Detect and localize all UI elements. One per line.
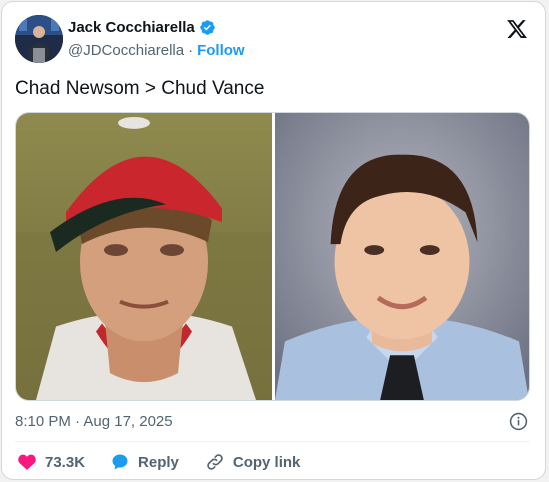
like-button[interactable]: 73.3K [17, 452, 85, 472]
author-avatar[interactable] [15, 15, 63, 63]
link-icon [207, 454, 223, 470]
info-icon[interactable] [509, 412, 528, 431]
tweet-timestamp[interactable]: 8:10 PM · Aug 17, 2025 [15, 413, 173, 430]
tweet-actions: 73.3K Reply Copy link [17, 452, 300, 472]
x-logo-icon[interactable] [505, 18, 529, 40]
copy-link-button[interactable]: Copy link [205, 452, 301, 472]
speech-bubble-icon [112, 454, 128, 470]
author-name-row: Jack Cocchiarella [68, 19, 216, 36]
author-handle[interactable]: @JDCocchiarella [68, 42, 184, 59]
tweet-card: Jack Cocchiarella @JDCocchiarella · Foll… [1, 1, 546, 480]
author-name[interactable]: Jack Cocchiarella [68, 19, 195, 36]
tweet-text: Chad Newsom > Chud Vance [15, 78, 265, 99]
like-count: 73.3K [45, 453, 86, 471]
tweet-media[interactable] [15, 112, 530, 401]
reply-label: Reply [138, 453, 179, 471]
follow-button[interactable]: Follow [197, 42, 245, 59]
reply-button[interactable]: Reply [110, 452, 179, 472]
photo-baseball-cap[interactable] [16, 113, 272, 400]
photo-shirt-and-tie[interactable] [275, 113, 529, 400]
verified-badge-icon [199, 20, 215, 35]
heart-icon [18, 454, 36, 470]
handle-separator: · [188, 42, 194, 59]
copy-link-label: Copy link [232, 453, 301, 471]
actions-divider [15, 441, 530, 442]
author-handle-row: @JDCocchiarella · Follow [68, 42, 245, 59]
